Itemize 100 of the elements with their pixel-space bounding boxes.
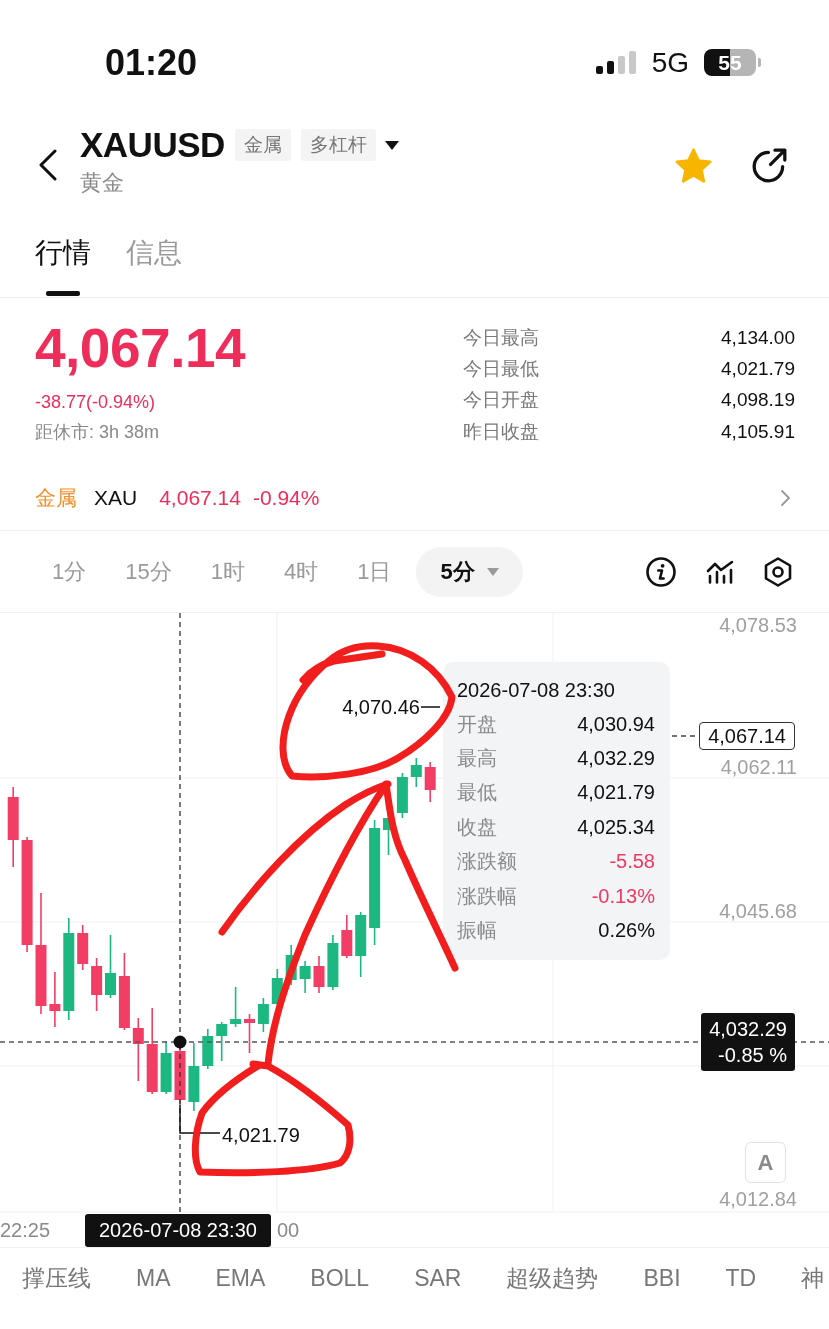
- candlestick: [216, 1021, 228, 1062]
- price-axis-label: 4,012.84: [719, 1187, 797, 1211]
- price-change: -38.77(-0.94%): [35, 391, 157, 414]
- candlestick: [160, 1040, 172, 1095]
- tooltip-label: 最低: [457, 780, 498, 806]
- candlestick: [202, 1028, 214, 1070]
- battery-indicator: 55: [704, 49, 761, 76]
- tooltip-value: 4,030.94: [577, 712, 655, 736]
- related-price: 4,067.14: [159, 485, 241, 510]
- candlestick: [313, 955, 325, 994]
- tooltip-label: 最高: [457, 746, 498, 772]
- share-icon[interactable]: [752, 147, 787, 183]
- low-price-label: 4,021.79: [222, 1123, 300, 1147]
- candlestick: [410, 757, 422, 788]
- indicator-tab[interactable]: TD: [725, 1265, 757, 1292]
- stat-label: 今日最低: [463, 356, 539, 381]
- stat-value: 4,098.19: [721, 389, 795, 412]
- indicator-tab[interactable]: BBI: [643, 1265, 681, 1292]
- tab[interactable]: 行情: [35, 215, 91, 297]
- caret-icon[interactable]: [384, 140, 399, 150]
- high-price-label: 4,070.46: [342, 695, 420, 719]
- tooltip-value: 0.26%: [597, 919, 655, 943]
- time-axis-label: 22:25: [0, 1218, 51, 1242]
- market-close-countdown: 距休市: 3h 38m: [35, 421, 161, 444]
- stat-label: 今日最高: [463, 325, 539, 350]
- tooltip-label: 振幅: [457, 918, 498, 944]
- info-icon[interactable]: [646, 556, 676, 587]
- candlestick: [132, 1017, 144, 1082]
- candlestick: [188, 1042, 200, 1112]
- candlestick: [257, 997, 269, 1033]
- crosshair-time-tag: 2026-07-08 23:30: [85, 1214, 271, 1247]
- tooltip-time: 2026-07-08 23:30: [457, 678, 616, 703]
- tooltip-label: 涨跌额: [457, 849, 517, 875]
- last-price: 4,067.14: [35, 318, 246, 378]
- indicator-tab[interactable]: 神: [801, 1263, 825, 1294]
- indicator-tab[interactable]: SAR: [414, 1265, 462, 1292]
- auto-scale-button[interactable]: A: [745, 1142, 786, 1183]
- indicator-tab[interactable]: 超级趋势: [506, 1263, 599, 1294]
- related-change: -0.94%: [252, 485, 320, 510]
- leader-line: [179, 1104, 221, 1134]
- stat-label: 今日开盘: [463, 388, 539, 413]
- candlestick: [77, 924, 89, 971]
- chevron-right-icon[interactable]: [780, 488, 791, 507]
- tooltip-value: 4,021.79: [577, 781, 655, 805]
- tooltip-label: 收盘: [457, 814, 498, 840]
- crosshair-change: -0.85 %: [718, 1043, 787, 1068]
- candlestick: [105, 934, 116, 999]
- category-label: 金属: [35, 484, 77, 511]
- crosshair-dot-icon: [173, 1035, 187, 1049]
- timeframe-tab[interactable]: 4时: [270, 546, 333, 597]
- crosshair-price: 4,032.29: [709, 1017, 787, 1042]
- candlestick: [285, 944, 297, 986]
- time-axis-label: 00: [277, 1218, 300, 1242]
- tooltip-label: 涨跌幅: [457, 883, 517, 909]
- timeframe-tab[interactable]: 15分: [111, 546, 186, 597]
- timeframe-tab[interactable]: 1日: [343, 546, 406, 597]
- tooltip-value: 4,025.34: [577, 815, 655, 839]
- stat-label: 昨日收盘: [463, 419, 539, 444]
- candlestick: [244, 1013, 255, 1054]
- stat-value: 4,105.91: [721, 420, 795, 443]
- back-icon[interactable]: [38, 149, 57, 181]
- candlestick: [355, 911, 367, 978]
- tooltip-value: 4,032.29: [577, 747, 655, 771]
- symbol-title: XAUUSD: [80, 125, 225, 165]
- leader-line: [420, 706, 441, 708]
- signal-icon: [595, 51, 637, 74]
- tooltip-value: -0.13%: [590, 884, 655, 908]
- price-axis-label: 4,062.11: [720, 755, 797, 779]
- category-tag: 金属: [234, 129, 291, 161]
- price-axis-label: 4,045.68: [719, 899, 797, 923]
- tab[interactable]: 信息: [126, 215, 182, 297]
- candlestick: [341, 914, 353, 959]
- candlestick: [327, 934, 339, 991]
- timeframe-tab[interactable]: 1时: [196, 546, 259, 597]
- tooltip-value: -5.58: [608, 850, 655, 874]
- settings-icon[interactable]: [764, 556, 792, 587]
- candlestick: [49, 971, 61, 1028]
- status-time: 01:20: [105, 41, 198, 84]
- timeframe-tab[interactable]: 5分: [416, 546, 523, 597]
- star-icon[interactable]: [675, 147, 712, 183]
- related-symbol: XAU: [94, 485, 138, 510]
- last-price-tag: 4,067.14: [699, 722, 795, 750]
- stat-value: 4,021.79: [721, 357, 795, 380]
- network-label: 5G: [651, 46, 689, 79]
- category-tag: 多杠杆: [300, 129, 376, 161]
- candlestick: [91, 957, 103, 1012]
- candlestick: [396, 772, 408, 819]
- candlestick: [299, 960, 311, 994]
- tooltip-label: 开盘: [457, 711, 498, 737]
- timeframe-tab[interactable]: 1分: [38, 546, 101, 597]
- indicator-tab[interactable]: BOLL: [310, 1265, 370, 1292]
- chart-icon[interactable]: [706, 559, 734, 584]
- price-line: [671, 735, 696, 737]
- candlestick: [424, 761, 436, 803]
- price-axis-label: 4,078.53: [719, 613, 797, 637]
- indicator-tab[interactable]: MA: [136, 1265, 171, 1292]
- indicator-tab[interactable]: EMA: [215, 1265, 266, 1292]
- indicator-tab[interactable]: 撑压线: [22, 1263, 91, 1294]
- candlestick: [230, 986, 242, 1028]
- stat-value: 4,134.00: [721, 326, 795, 349]
